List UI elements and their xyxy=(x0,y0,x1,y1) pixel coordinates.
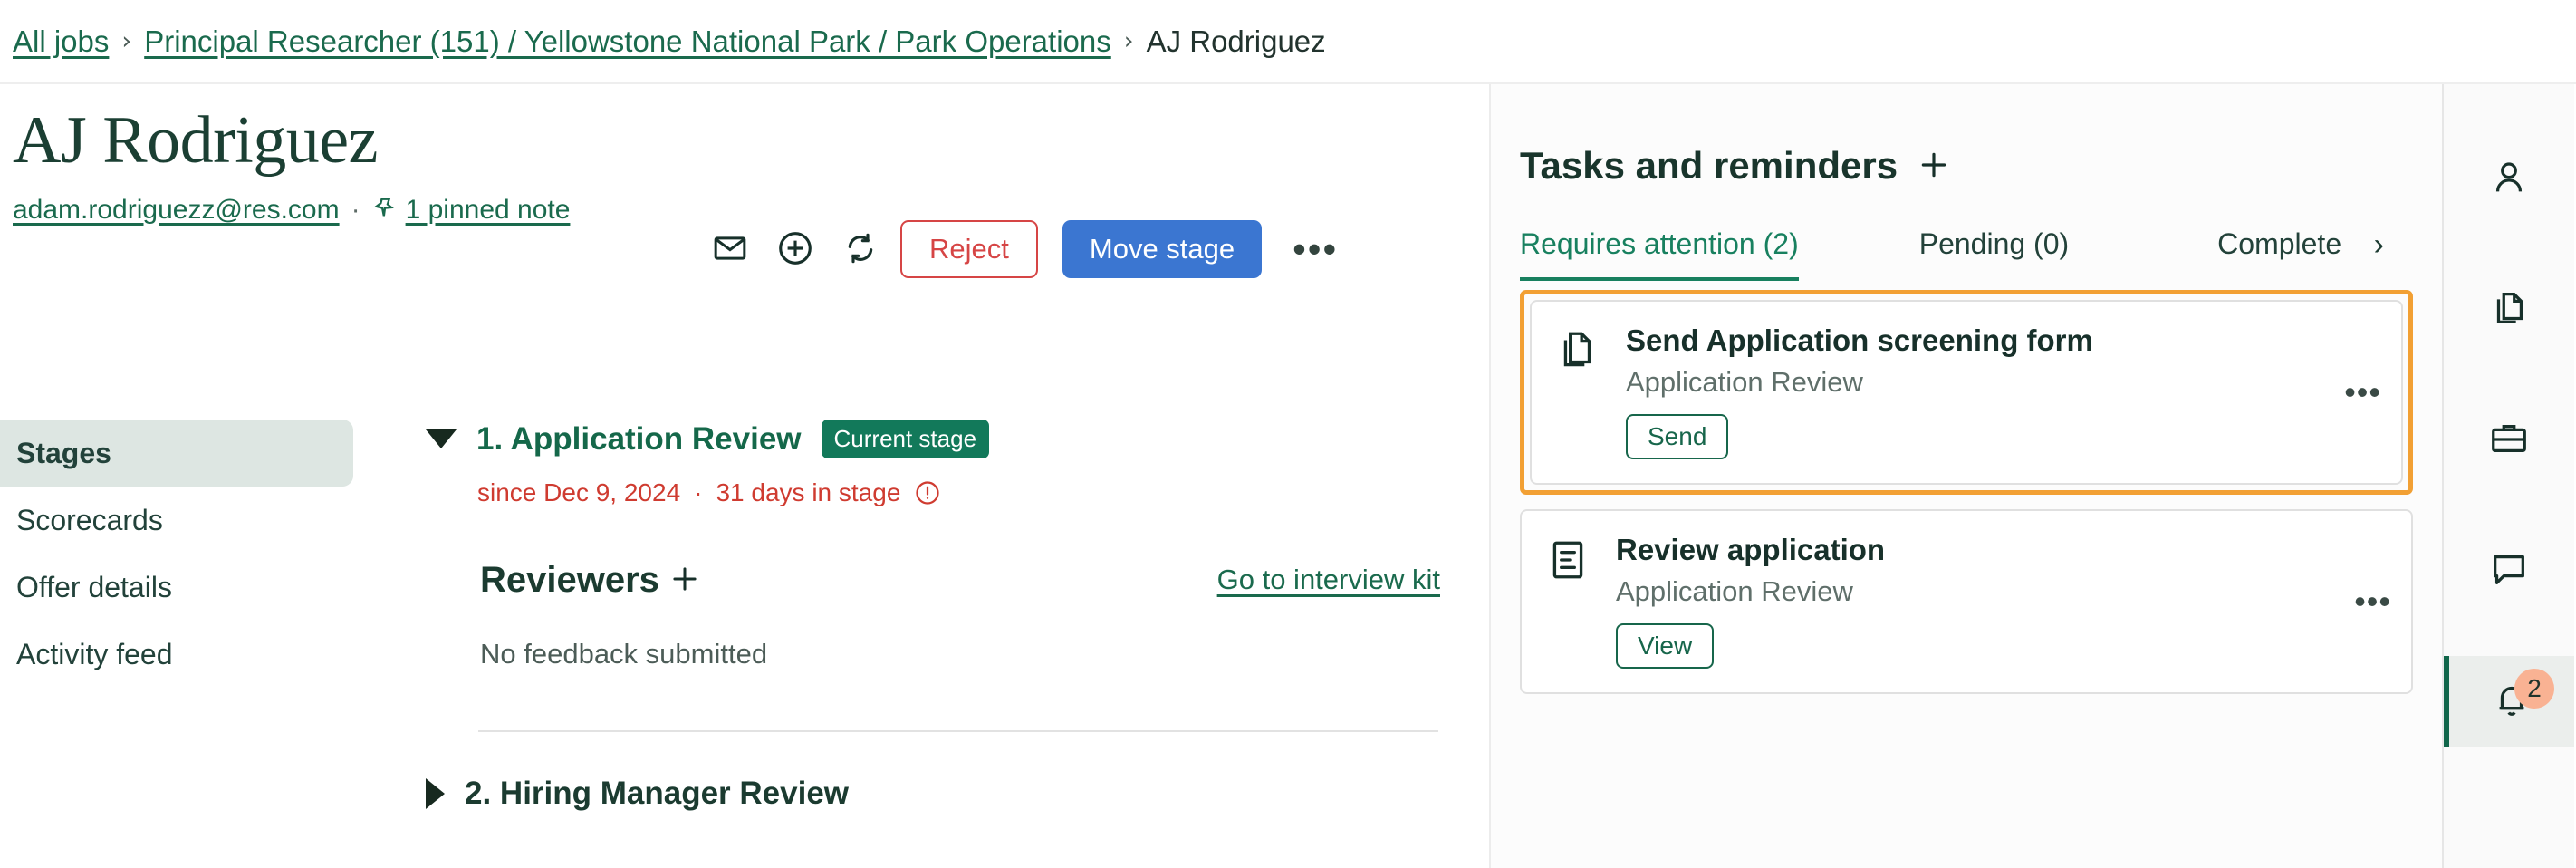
refresh-icon xyxy=(842,230,879,269)
add-task-button[interactable] xyxy=(1908,140,1959,191)
reviewers-row: Reviewers Go to interview kit xyxy=(480,555,1440,605)
rail-spacer xyxy=(2444,486,2574,526)
add-reviewer-button[interactable] xyxy=(659,555,710,605)
sidebar-item-label: Activity feed xyxy=(16,637,173,670)
rail-spacer xyxy=(2444,225,2574,265)
chevron-right-icon[interactable] xyxy=(426,778,445,809)
header-actions: Reject Move stage ••• xyxy=(705,220,1341,278)
chevron-down-icon[interactable] xyxy=(426,429,457,448)
subheader-dot: · xyxy=(351,194,360,225)
pinned-note-link[interactable]: 1 pinned note xyxy=(372,194,571,226)
tasks-list: Send Application screening form Applicat… xyxy=(1491,290,2442,694)
pin-icon xyxy=(372,195,398,225)
task-title: Review application xyxy=(1616,533,1886,566)
task-card-wrapper: Review application Application Review Vi… xyxy=(1520,509,2413,694)
task-highlight-frame: Send Application screening form Applicat… xyxy=(1520,290,2413,495)
sidebar-item-scorecards[interactable]: Scorecards xyxy=(0,487,353,554)
stages-panel: 1. Application Review Current stage sinc… xyxy=(426,420,1440,812)
tasks-header: Tasks and reminders xyxy=(1491,84,2442,191)
tasks-panel: Tasks and reminders Requires attention (… xyxy=(1491,84,2444,868)
pinned-note-label: 1 pinned note xyxy=(405,194,571,225)
breadcrumb-job-path[interactable]: Principal Researcher (151) / Yellowstone… xyxy=(144,24,1111,59)
breadcrumb-separator-2: › xyxy=(1123,27,1134,55)
breadcrumb-all-jobs[interactable]: All jobs xyxy=(13,24,109,59)
sidebar-item-activity-feed[interactable]: Activity feed xyxy=(0,621,353,688)
task-stage-label: Application Review xyxy=(1616,575,1853,607)
stage-meta: since Dec 9, 2024 · 31 days in stage xyxy=(477,478,1440,507)
rail-item-jobs[interactable] xyxy=(2444,395,2574,486)
stage-meta-dot: · xyxy=(694,478,703,506)
no-feedback-message: No feedback submitted xyxy=(480,638,768,670)
candidate-sidebar-nav: Stages Scorecards Offer details Activity… xyxy=(0,420,353,688)
sidebar-item-label: Offer details xyxy=(16,570,172,603)
stage-title: 2. Hiring Manager Review xyxy=(465,776,850,811)
plus-circle-icon xyxy=(776,229,814,270)
status-badge: Current stage xyxy=(821,420,990,458)
rail-item-messages[interactable] xyxy=(2444,526,2574,616)
tasks-title: Tasks and reminders xyxy=(1520,144,1898,187)
stage-divider xyxy=(478,730,1438,732)
person-icon xyxy=(2488,157,2530,203)
tab-requires-attention[interactable]: Requires attention (2) xyxy=(1520,227,1799,281)
tab-pending[interactable]: Pending (0) xyxy=(1919,227,2069,281)
tasks-tabs: Requires attention (2) Pending (0) Compl… xyxy=(1520,227,2417,281)
sidebar-item-offer-details[interactable]: Offer details xyxy=(0,554,353,621)
task-more-button[interactable]: ••• xyxy=(2344,375,2381,409)
stage-header-application-review[interactable]: 1. Application Review Current stage xyxy=(426,420,1440,458)
sync-icon-button[interactable] xyxy=(835,224,886,275)
sidebar-item-stages[interactable]: Stages xyxy=(0,420,353,487)
reviewers-title: Reviewers xyxy=(480,559,659,600)
task-card-review-application[interactable]: Review application Application Review Vi… xyxy=(1520,509,2413,694)
plus-icon xyxy=(1916,147,1952,186)
add-icon-button[interactable] xyxy=(770,224,821,275)
tabs-scroll-right-icon[interactable]: › xyxy=(2374,227,2384,263)
chat-bubble-icon xyxy=(2488,548,2530,594)
breadcrumb-current-candidate: AJ Rodriguez xyxy=(1146,24,1326,58)
page-shell: AJ Rodriguez adam.rodriguezz@res.com · 1… xyxy=(0,84,2576,868)
right-icon-rail: 2 xyxy=(2444,84,2574,868)
stage-header-hiring-manager-review[interactable]: 2. Hiring Manager Review xyxy=(426,776,1440,812)
breadcrumb-separator-1: › xyxy=(121,27,132,55)
header-more-button[interactable]: ••• xyxy=(1289,223,1341,275)
rail-item-notifications[interactable]: 2 xyxy=(2444,656,2574,747)
main-content-column: AJ Rodriguez adam.rodriguezz@res.com · 1… xyxy=(0,84,1491,868)
warning-icon xyxy=(914,479,941,506)
rail-spacer xyxy=(2444,84,2574,134)
interview-kit-link[interactable]: Go to interview kit xyxy=(1217,564,1440,596)
candidate-email-link[interactable]: adam.rodriguezz@res.com xyxy=(13,195,340,226)
notification-badge: 2 xyxy=(2514,669,2554,709)
rail-spacer xyxy=(2444,355,2574,395)
sidebar-item-label: Scorecards xyxy=(16,503,163,536)
copy-document-icon xyxy=(1555,323,1608,459)
send-button[interactable]: Send xyxy=(1626,414,1729,459)
document-lines-icon xyxy=(1545,533,1598,669)
sidebar-item-label: Stages xyxy=(16,436,111,469)
briefcase-icon xyxy=(2488,418,2530,464)
task-more-button[interactable]: ••• xyxy=(2354,584,2391,618)
documents-icon xyxy=(2488,287,2530,333)
stage-title: 1. Application Review xyxy=(476,420,802,457)
breadcrumb: All jobs › Principal Researcher (151) / … xyxy=(0,0,2576,84)
plus-icon xyxy=(668,562,702,599)
email-icon-button[interactable] xyxy=(705,224,755,275)
page-title: AJ Rodriguez xyxy=(13,103,379,178)
view-button[interactable]: View xyxy=(1616,623,1715,669)
task-title: Send Application screening form xyxy=(1626,323,2093,357)
stage-since-date: since Dec 9, 2024 xyxy=(477,478,681,506)
task-stage-label: Application Review xyxy=(1626,366,1863,398)
rail-item-documents[interactable] xyxy=(2444,265,2574,355)
stage-days-count: 31 days in stage xyxy=(716,478,901,506)
tab-complete[interactable]: Complete xyxy=(2217,227,2341,281)
task-card-send-screening-form[interactable]: Send Application screening form Applicat… xyxy=(1530,300,2403,485)
task-body: Review application Application Review Vi… xyxy=(1616,533,1885,669)
reject-button[interactable]: Reject xyxy=(900,220,1038,278)
envelope-icon xyxy=(713,231,747,268)
rail-item-profile[interactable] xyxy=(2444,134,2574,225)
move-stage-button[interactable]: Move stage xyxy=(1062,220,1263,278)
task-body: Send Application screening form Applicat… xyxy=(1626,323,2093,459)
rail-spacer xyxy=(2444,616,2574,656)
